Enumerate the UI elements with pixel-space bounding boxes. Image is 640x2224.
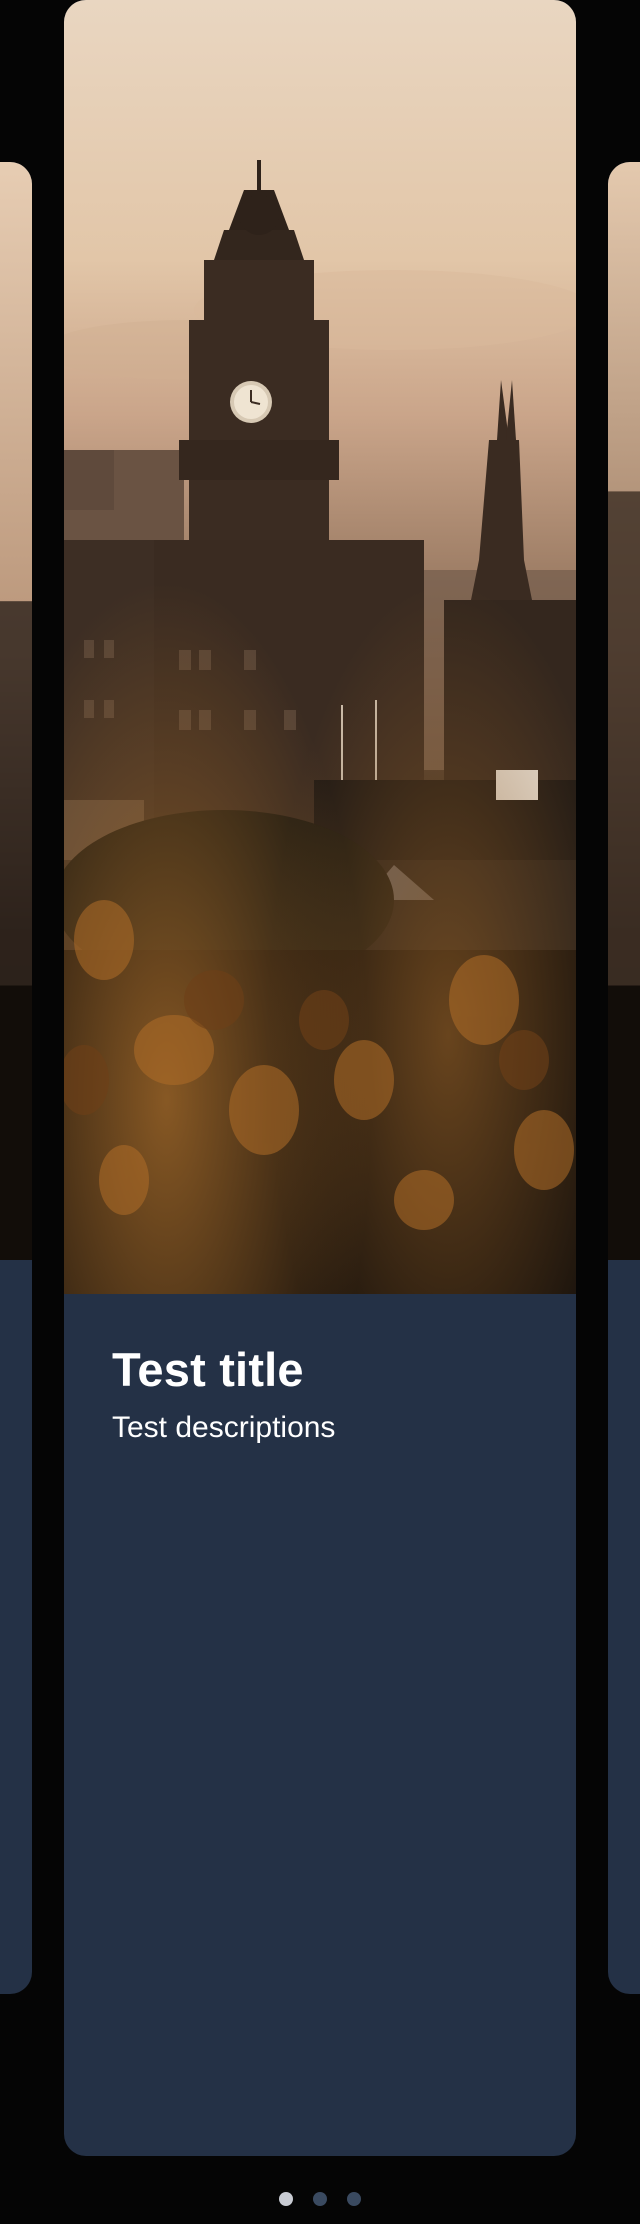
card-title: Test title — [112, 1343, 304, 1396]
carousel-card-current[interactable]: Test title Test descriptions — [64, 0, 576, 2156]
carousel-card-previous[interactable] — [0, 162, 32, 1994]
pagination-dot-1[interactable] — [279, 2192, 293, 2206]
card-description: Test descriptions — [112, 1411, 336, 1444]
card-content: Test title Test descriptions — [112, 1340, 536, 1448]
carousel-pagination — [0, 2186, 640, 2212]
pagination-dot-3[interactable] — [347, 2192, 361, 2206]
carousel-card-next[interactable] — [608, 162, 640, 1994]
card-image — [608, 162, 640, 1260]
card-image — [0, 162, 32, 1260]
image-carousel[interactable]: Test title Test descriptions — [0, 0, 640, 2224]
card-image-city-skyline — [64, 0, 576, 1294]
pagination-dot-2[interactable] — [313, 2192, 327, 2206]
